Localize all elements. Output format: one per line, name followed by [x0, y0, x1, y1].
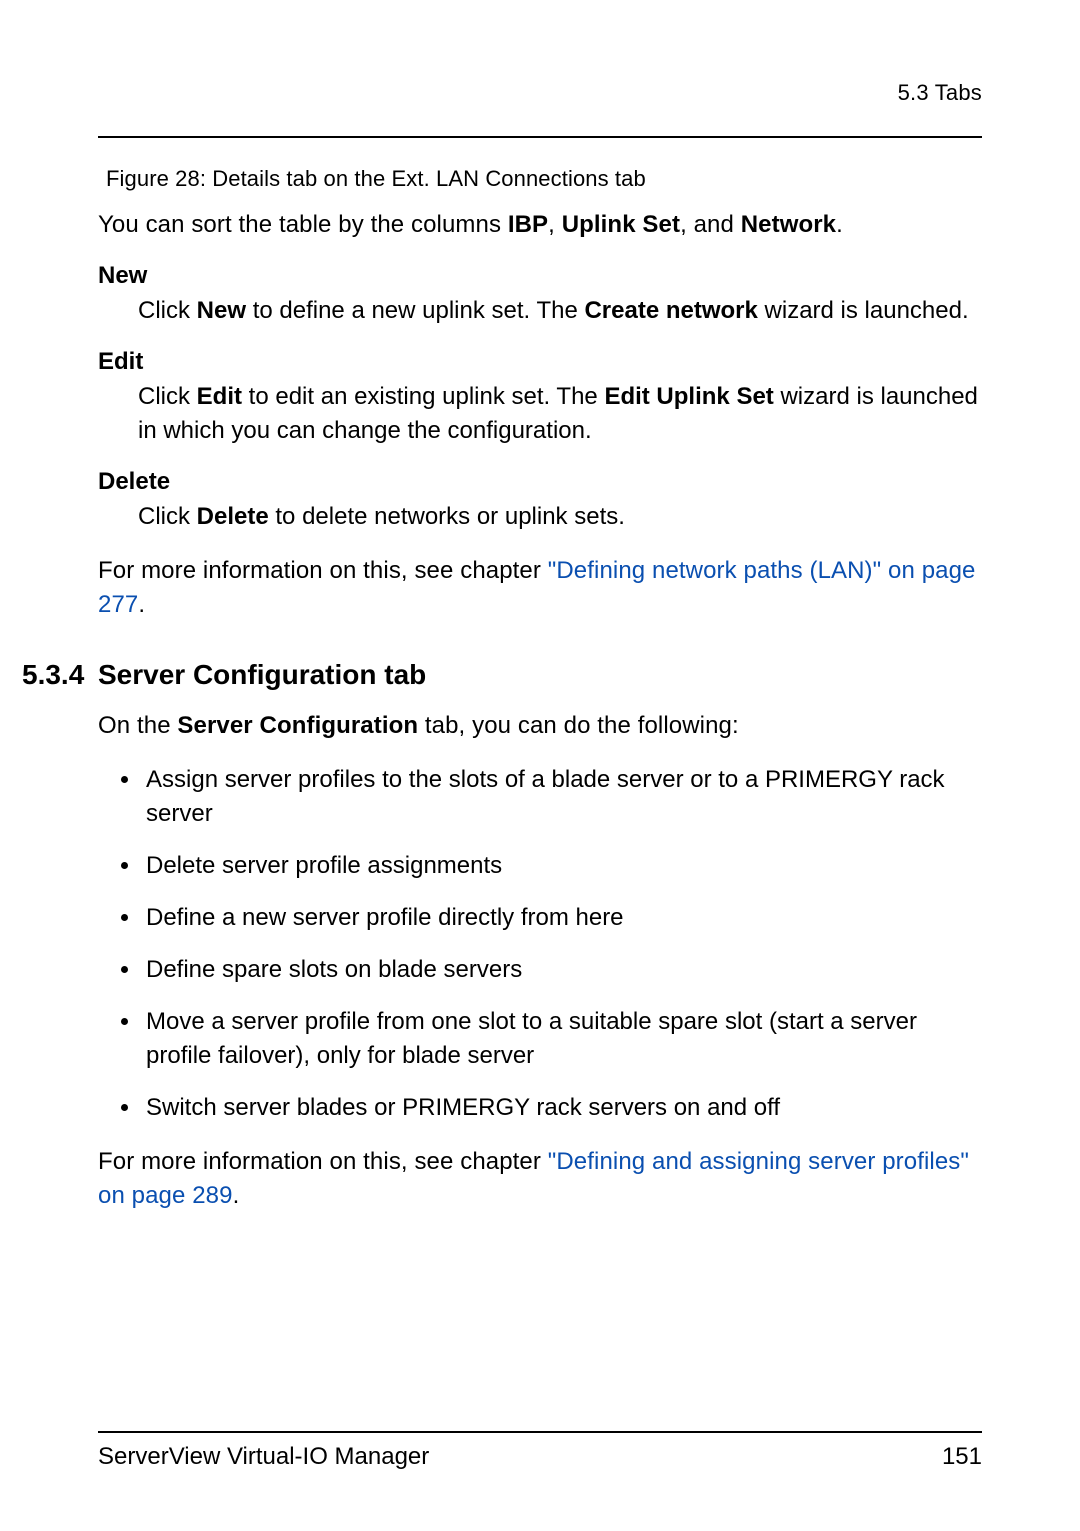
def-edit-pre: Click [138, 383, 197, 410]
intro-suffix: . [836, 211, 843, 238]
def-edit-mid: to edit an existing uplink set. The [242, 383, 604, 410]
def-new-kw1: New [197, 297, 246, 324]
xref2-pre: For more information on this, see chapte… [98, 1148, 548, 1175]
intro-sep1: , [548, 211, 562, 238]
page: 5.3 Tabs Figure 28: Details tab on the E… [0, 0, 1080, 1531]
def-new-mid: to define a new uplink set. The [246, 297, 584, 324]
running-head: 5.3 Tabs [98, 80, 982, 106]
section-intro-kw: Server Configuration [177, 712, 418, 739]
section-intro-post: tab, you can do the following: [418, 712, 739, 739]
section-intro-pre: On the [98, 712, 177, 739]
header-rule [98, 136, 982, 138]
section-number: 5.3.4 [22, 659, 98, 691]
list-item: Switch server blades or PRIMERGY rack se… [142, 1091, 982, 1125]
def-delete-kw1: Delete [197, 503, 269, 530]
term-new: New [98, 262, 982, 290]
footer-rule [98, 1431, 982, 1433]
intro-prefix: You can sort the table by the columns [98, 211, 508, 238]
list-item: Move a server profile from one slot to a… [142, 1005, 982, 1073]
def-delete: Click Delete to delete networks or uplin… [138, 500, 982, 534]
footer: ServerView Virtual-IO Manager 151 [98, 1431, 982, 1471]
def-delete-post: to delete networks or uplink sets. [269, 503, 625, 530]
term-edit: Edit [98, 348, 982, 376]
def-new-kw2: Create network [584, 297, 757, 324]
intro-sep2: , and [680, 211, 741, 238]
xref2-paragraph: For more information on this, see chapte… [98, 1145, 982, 1213]
xref1-paragraph: For more information on this, see chapte… [98, 554, 982, 622]
intro-col1: IBP [508, 211, 548, 238]
list-item: Delete server profile assignments [142, 849, 982, 883]
footer-row: ServerView Virtual-IO Manager 151 [98, 1443, 982, 1471]
list-item: Define spare slots on blade servers [142, 953, 982, 987]
xref2-post: . [233, 1182, 240, 1209]
intro-col3: Network [741, 211, 836, 238]
section-intro: On the Server Configuration tab, you can… [98, 709, 982, 743]
figure-caption: Figure 28: Details tab on the Ext. LAN C… [106, 166, 982, 192]
xref1-post: . [138, 591, 145, 618]
footer-product: ServerView Virtual-IO Manager [98, 1443, 429, 1471]
footer-page-number: 151 [942, 1443, 982, 1471]
section-title: Server Configuration tab [98, 659, 426, 691]
def-edit-kw2: Edit Uplink Set [604, 383, 773, 410]
intro-paragraph: You can sort the table by the columns IB… [98, 208, 982, 242]
def-delete-pre: Click [138, 503, 197, 530]
intro-col2: Uplink Set [562, 211, 680, 238]
list-item: Define a new server profile directly fro… [142, 901, 982, 935]
section-heading: 5.3.4 Server Configuration tab [22, 659, 982, 691]
def-new-post: wizard is launched. [758, 297, 969, 324]
def-new-pre: Click [138, 297, 197, 324]
xref1-pre: For more information on this, see chapte… [98, 557, 548, 584]
list-item: Assign server profiles to the slots of a… [142, 763, 982, 831]
def-edit-kw1: Edit [197, 383, 242, 410]
term-delete: Delete [98, 468, 982, 496]
bullet-list: Assign server profiles to the slots of a… [98, 763, 982, 1126]
def-new: Click New to define a new uplink set. Th… [138, 294, 982, 328]
def-edit: Click Edit to edit an existing uplink se… [138, 380, 982, 448]
